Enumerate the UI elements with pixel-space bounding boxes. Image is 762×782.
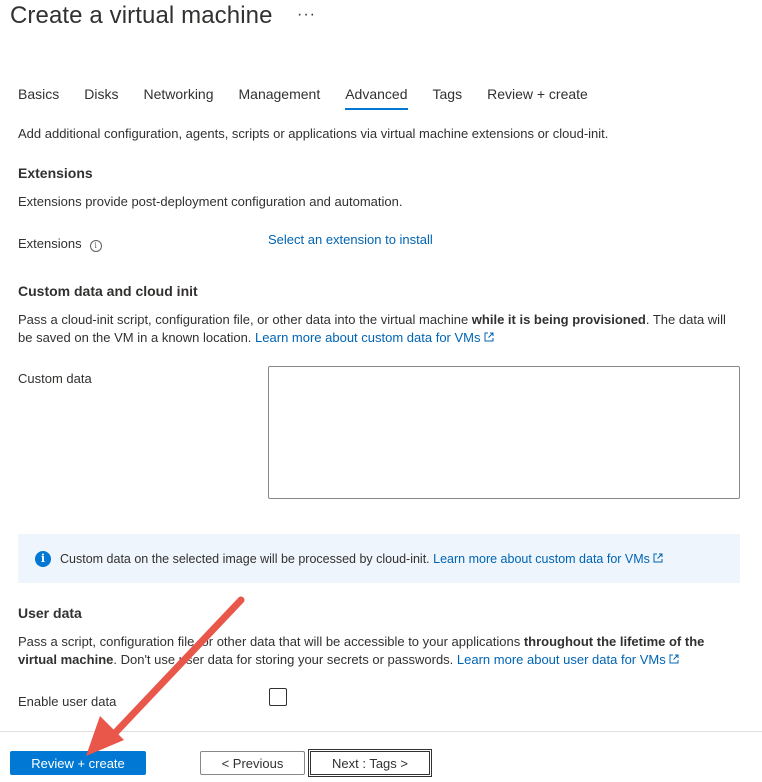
learn-more-custom-data-text: Learn more about custom data for VMs (255, 330, 481, 345)
info-icon[interactable]: i (89, 240, 102, 252)
extensions-heading: Extensions (18, 165, 93, 181)
more-options-icon[interactable]: ··· (297, 6, 316, 24)
user-data-heading: User data (18, 605, 82, 621)
footer-divider (0, 731, 762, 732)
select-extension-link[interactable]: Select an extension to install (268, 232, 433, 247)
extensions-label-text: Extensions (18, 236, 82, 251)
user-data-desc-text: Pass a script, configuration file, or ot… (18, 634, 524, 649)
user-data-desc-text-2: . Don't use user data for storing your s… (113, 652, 457, 667)
learn-more-user-data-link[interactable]: Learn more about user data for VMs (457, 652, 679, 667)
tab-basics[interactable]: Basics (18, 86, 59, 110)
info-circle-icon: i (35, 550, 51, 567)
custom-data-description: Pass a cloud-init script, configuration … (18, 311, 738, 347)
tab-review-create[interactable]: Review + create (487, 86, 588, 110)
intro-text: Add additional configuration, agents, sc… (18, 126, 609, 141)
custom-data-heading: Custom data and cloud init (18, 283, 198, 299)
custom-data-desc-bold: while it is being provisioned (471, 312, 646, 327)
extensions-label: Extensions i (18, 235, 102, 253)
tab-advanced[interactable]: Advanced (345, 86, 408, 110)
user-data-description: Pass a script, configuration file, or ot… (18, 633, 738, 669)
tab-networking[interactable]: Networking (143, 86, 213, 110)
info-bar-link-text: Learn more about custom data for VMs (433, 551, 650, 566)
tab-tags[interactable]: Tags (433, 86, 463, 110)
next-tags-button[interactable]: Next : Tags > (308, 749, 432, 777)
custom-data-desc-text: Pass a cloud-init script, configuration … (18, 312, 472, 327)
previous-button[interactable]: < Previous (200, 751, 305, 775)
page-title: Create a virtual machine (10, 2, 273, 29)
info-bar-learn-more-link[interactable]: Learn more about custom data for VMs (433, 552, 663, 566)
extensions-description: Extensions provide post-deployment confi… (18, 194, 403, 209)
learn-more-user-data-text: Learn more about user data for VMs (456, 652, 666, 667)
custom-data-textarea[interactable] (268, 366, 740, 499)
info-bar-text: Custom data on the selected image will b… (60, 551, 430, 566)
custom-data-label: Custom data (18, 371, 92, 386)
tab-bar: Basics Disks Networking Management Advan… (18, 86, 613, 110)
external-link-icon (484, 332, 493, 342)
enable-user-data-label: Enable user data (18, 694, 117, 709)
enable-user-data-checkbox[interactable] (269, 688, 287, 706)
learn-more-custom-data-link[interactable]: Learn more about custom data for VMs (255, 330, 493, 345)
external-link-icon (669, 654, 679, 664)
select-extension-link-wrap: Select an extension to install (268, 231, 433, 249)
info-bar: i Custom data on the selected image will… (18, 534, 740, 583)
tab-disks[interactable]: Disks (84, 86, 118, 110)
tab-management[interactable]: Management (239, 86, 321, 110)
review-create-button[interactable]: Review + create (10, 751, 146, 775)
external-link-icon (653, 553, 663, 562)
